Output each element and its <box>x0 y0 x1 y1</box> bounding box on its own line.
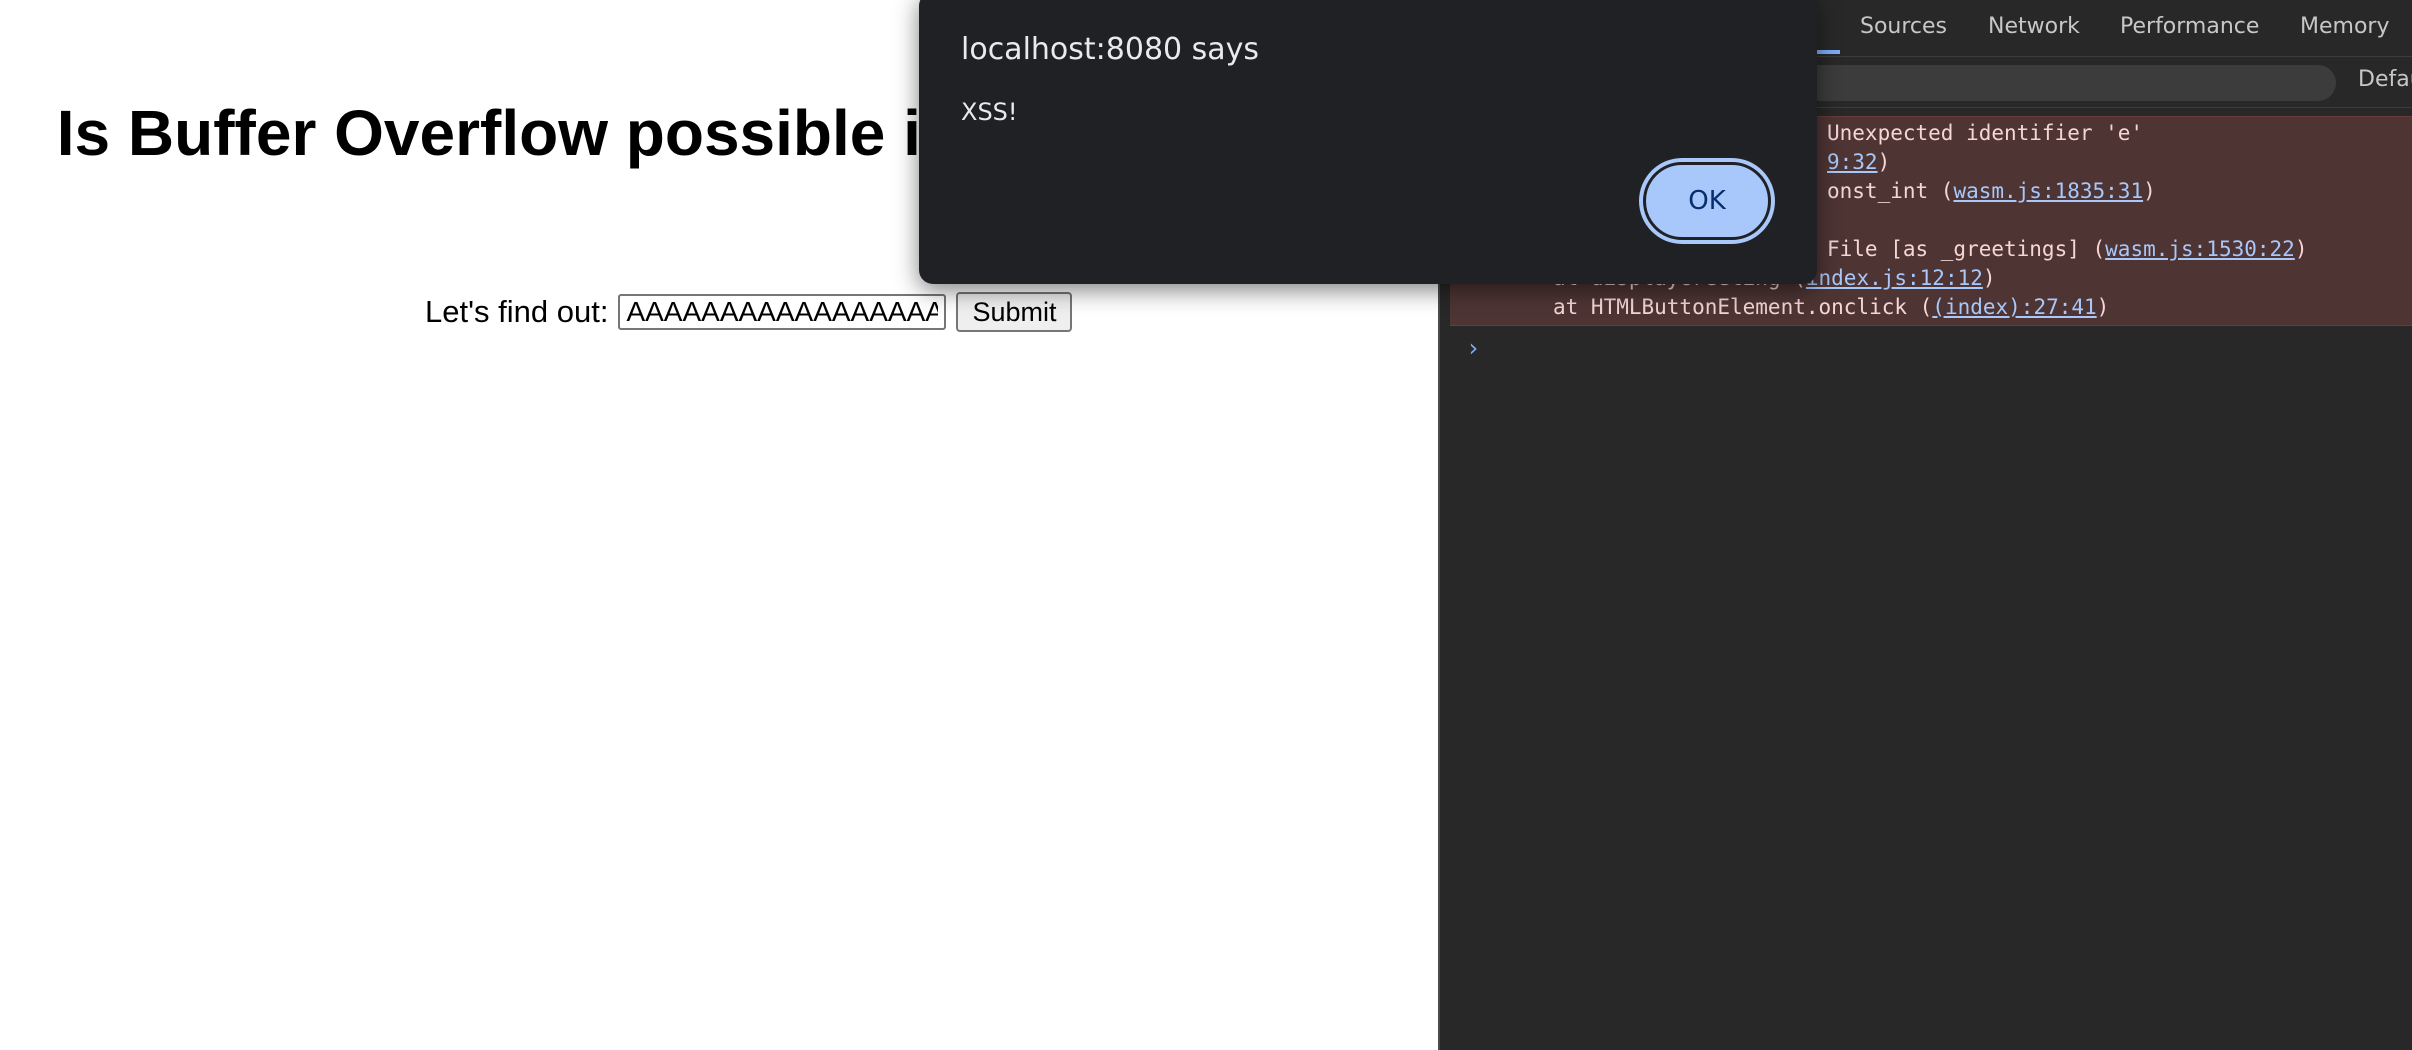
log-levels-dropdown[interactable]: Default levels <box>2358 67 2412 92</box>
tab-performance[interactable]: Performance <box>2120 14 2259 39</box>
console-prompt-chevron-icon[interactable]: › <box>1466 334 1480 362</box>
tab-sources[interactable]: Sources <box>1860 14 1947 39</box>
source-link[interactable]: wasm.js:1835:31 <box>1953 179 2143 203</box>
tab-memory[interactable]: Memory <box>2300 14 2389 39</box>
source-link[interactable]: (index):27:41 <box>1932 295 2096 319</box>
console-line: onst_int (wasm.js:1835:31) <box>1827 179 2156 203</box>
alert-dialog: localhost:8080 says XSS! OK <box>919 0 1817 284</box>
tab-network[interactable]: Network <box>1988 14 2080 39</box>
console-line: Unexpected identifier 'e' <box>1827 121 2144 145</box>
alert-title: localhost:8080 says <box>961 32 1260 67</box>
name-input[interactable] <box>618 294 947 330</box>
console-line: at HTMLButtonElement.onclick ((index):27… <box>1553 295 2110 319</box>
console-line: 9:32) <box>1827 150 1891 174</box>
source-link[interactable]: 9:32 <box>1827 150 1878 174</box>
source-link[interactable]: wasm.js:1530:22 <box>2105 237 2295 261</box>
source-link[interactable]: index.js:12:12 <box>1806 266 1983 290</box>
alert-message: XSS! <box>961 98 1018 126</box>
form-label: Let's find out: <box>425 294 609 329</box>
submit-button[interactable]: Submit <box>956 292 1073 332</box>
greeting-form: Let's find out: Submit <box>425 290 1073 334</box>
ok-button[interactable]: OK <box>1643 162 1771 240</box>
console-line: File [as _greetings] (wasm.js:1530:22) <box>1827 237 2308 261</box>
